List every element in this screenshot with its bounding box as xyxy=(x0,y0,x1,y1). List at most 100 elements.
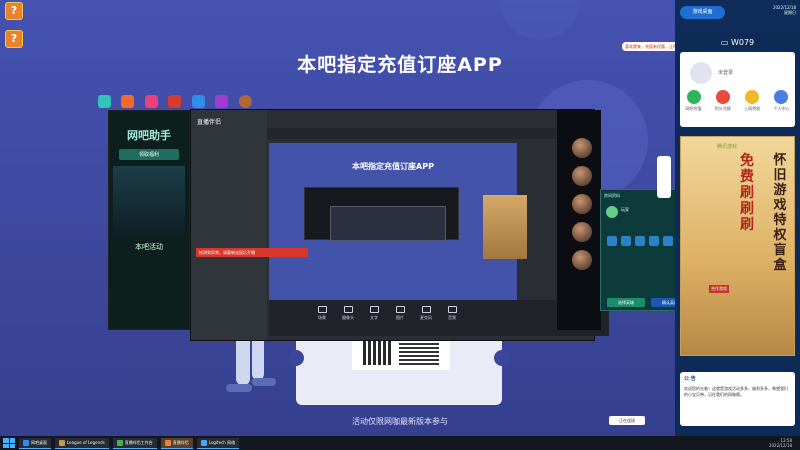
tool-image[interactable]: 图片 xyxy=(389,306,411,321)
nested-preview-window xyxy=(330,206,446,241)
ad-banner[interactable]: 腾讯游戏 免费刷刷刷 怀旧游戏特权盲盒 合作游戏 xyxy=(680,136,795,356)
task-live[interactable]: 直播伴侣 xyxy=(160,437,193,449)
tool-label: 场景 xyxy=(318,315,326,320)
task-label: 网吧桌面 xyxy=(31,439,47,445)
action-label: 上网特权 xyxy=(744,106,761,111)
champion-slot[interactable] xyxy=(607,236,617,246)
task-label: Logitech 网络 xyxy=(208,439,236,445)
promo-title: 网吧助手 xyxy=(127,129,171,142)
task-label: 直播伴侣工作台 xyxy=(124,439,153,445)
help-icon: ? xyxy=(5,2,23,20)
monitor-icon: ▭ xyxy=(720,38,731,47)
champion-slot[interactable] xyxy=(635,236,645,246)
action-label: 个人中心 xyxy=(773,106,790,111)
tool-scene[interactable]: 场景 xyxy=(311,306,333,321)
app-icon xyxy=(116,439,123,446)
sidebar xyxy=(191,110,267,340)
error-bar: 检测到异常，请重新连接后开播 xyxy=(196,248,308,257)
netcafe-panel: 游戏桌面 2022/12/18 星期日 ▭ W079 未登录 网吧充值 积分兑换 xyxy=(675,0,800,436)
notice-body: 欢迎您的光临！这就是游戏活动多多，福利多多，希望我们的小宝贝带，记住我们的网咖哦… xyxy=(684,386,788,397)
champion-slot[interactable] xyxy=(621,236,631,246)
stage-title: 本吧指定充值订座APP xyxy=(352,162,434,171)
tool-label: 麦克风 xyxy=(420,315,432,320)
desktop-icon-2[interactable]: ? xyxy=(3,30,25,48)
app-icon-4[interactable] xyxy=(168,95,181,108)
desktop-icon-1[interactable]: ? xyxy=(3,2,25,20)
decor-circle xyxy=(500,0,580,40)
task-chrome[interactable]: 直播伴侣工作台 xyxy=(112,437,157,449)
app-icon-7[interactable] xyxy=(239,95,252,108)
wallet-icon xyxy=(686,90,701,104)
text-icon xyxy=(369,306,379,313)
tool-mic[interactable]: 麦克风 xyxy=(415,306,437,321)
activity-label: 本吧活动 xyxy=(135,243,163,251)
task-label: 直播伴侣 xyxy=(172,439,189,445)
popup-btn-left[interactable]: 选择英雄 xyxy=(607,298,645,307)
task-logi[interactable]: Logitech 网络 xyxy=(196,437,240,449)
app-icon-5[interactable] xyxy=(192,95,205,108)
game-list-window[interactable] xyxy=(557,110,601,330)
champion-avatar[interactable] xyxy=(572,138,592,158)
action-recharge[interactable]: 网吧充值 xyxy=(685,90,702,112)
scene-icon xyxy=(317,306,327,313)
system-clock[interactable]: 13:58 2022/12/18 xyxy=(769,438,792,448)
app-icon-6[interactable] xyxy=(215,95,228,108)
taskbar: 网吧桌面 League of Legends 直播伴侣工作台 直播伴侣 Logi… xyxy=(0,436,800,450)
image-icon xyxy=(395,306,405,313)
promo-stage xyxy=(113,166,185,236)
desktop-pill-button[interactable]: 游戏桌面 xyxy=(680,6,725,19)
action-crown[interactable]: 上网特权 xyxy=(744,90,761,112)
tool-camera[interactable]: 摄像头 xyxy=(337,306,359,321)
action-gift[interactable]: 积分兑换 xyxy=(714,90,731,112)
champion-slot[interactable] xyxy=(663,236,673,246)
app-icon xyxy=(59,439,65,446)
avatar[interactable] xyxy=(690,62,712,84)
champion-row xyxy=(607,236,673,246)
tool-text[interactable]: 文字 xyxy=(363,306,385,321)
champion-avatar[interactable] xyxy=(572,250,592,270)
promo-button[interactable]: 领取福利 xyxy=(119,149,179,160)
notice-card: 公 告 欢迎您的光临！这就是游戏活动多多，福利多多，希望我们的小宝贝带，记住我们… xyxy=(680,372,795,426)
notice-heading: 公 告 xyxy=(684,376,696,382)
side-toolbar[interactable] xyxy=(657,156,671,198)
machine-id: W079 xyxy=(730,38,755,47)
game-art-strip xyxy=(483,195,527,259)
user-name[interactable]: 未登录 xyxy=(718,69,733,76)
action-user[interactable]: 个人中心 xyxy=(773,90,790,112)
crown-icon xyxy=(745,90,760,104)
camera-icon xyxy=(343,306,353,313)
champion-avatar[interactable] xyxy=(572,194,592,214)
gift-icon xyxy=(715,90,730,104)
ad-vertical-red: 免费刷刷刷 xyxy=(740,153,754,233)
tool-label: 音频 xyxy=(448,315,456,320)
connection-toast: 正在连接 xyxy=(609,416,645,425)
app-icon xyxy=(164,439,171,446)
action-label: 积分兑换 xyxy=(714,106,731,111)
tool-audio[interactable]: 音频 xyxy=(441,306,463,321)
machine-number: ▭ W079 xyxy=(675,38,800,47)
app-icon-3[interactable] xyxy=(145,95,158,108)
app-icon-1[interactable] xyxy=(98,95,111,108)
window-title: 直播伴侣 xyxy=(197,119,222,126)
assistant-window[interactable]: 网吧助手 领取福利 本吧活动 xyxy=(108,110,190,330)
task-browser[interactable]: 网吧桌面 xyxy=(19,437,51,449)
tool-label: 图片 xyxy=(396,315,404,320)
task-lol[interactable]: League of Legends xyxy=(55,437,109,449)
champion-avatar[interactable] xyxy=(572,166,592,186)
mic-icon xyxy=(421,306,431,313)
champion-slot[interactable] xyxy=(649,236,659,246)
start-icon[interactable] xyxy=(3,438,15,448)
app-icon-2[interactable] xyxy=(121,95,134,108)
ad-vertical-dark: 怀旧游戏特权盲盒 xyxy=(773,153,787,273)
tool-label: 摄像头 xyxy=(342,315,354,320)
speaker-icon xyxy=(447,306,457,313)
champion-avatar[interactable] xyxy=(572,222,592,242)
panel-header: 游戏桌面 2022/12/18 星期日 xyxy=(675,0,800,25)
desktop: ? ? 本吧指定充值订座APP 活动仅限网咖最新版本参与 网吧助手 领取福利 本… xyxy=(0,0,800,436)
app-icon xyxy=(23,439,29,446)
user-icon xyxy=(774,90,789,104)
task-label: League of Legends xyxy=(67,440,105,445)
clock-date: 2022/12/18 xyxy=(768,443,792,448)
top-bar xyxy=(267,128,594,139)
player-name: 玩家 xyxy=(621,207,629,212)
